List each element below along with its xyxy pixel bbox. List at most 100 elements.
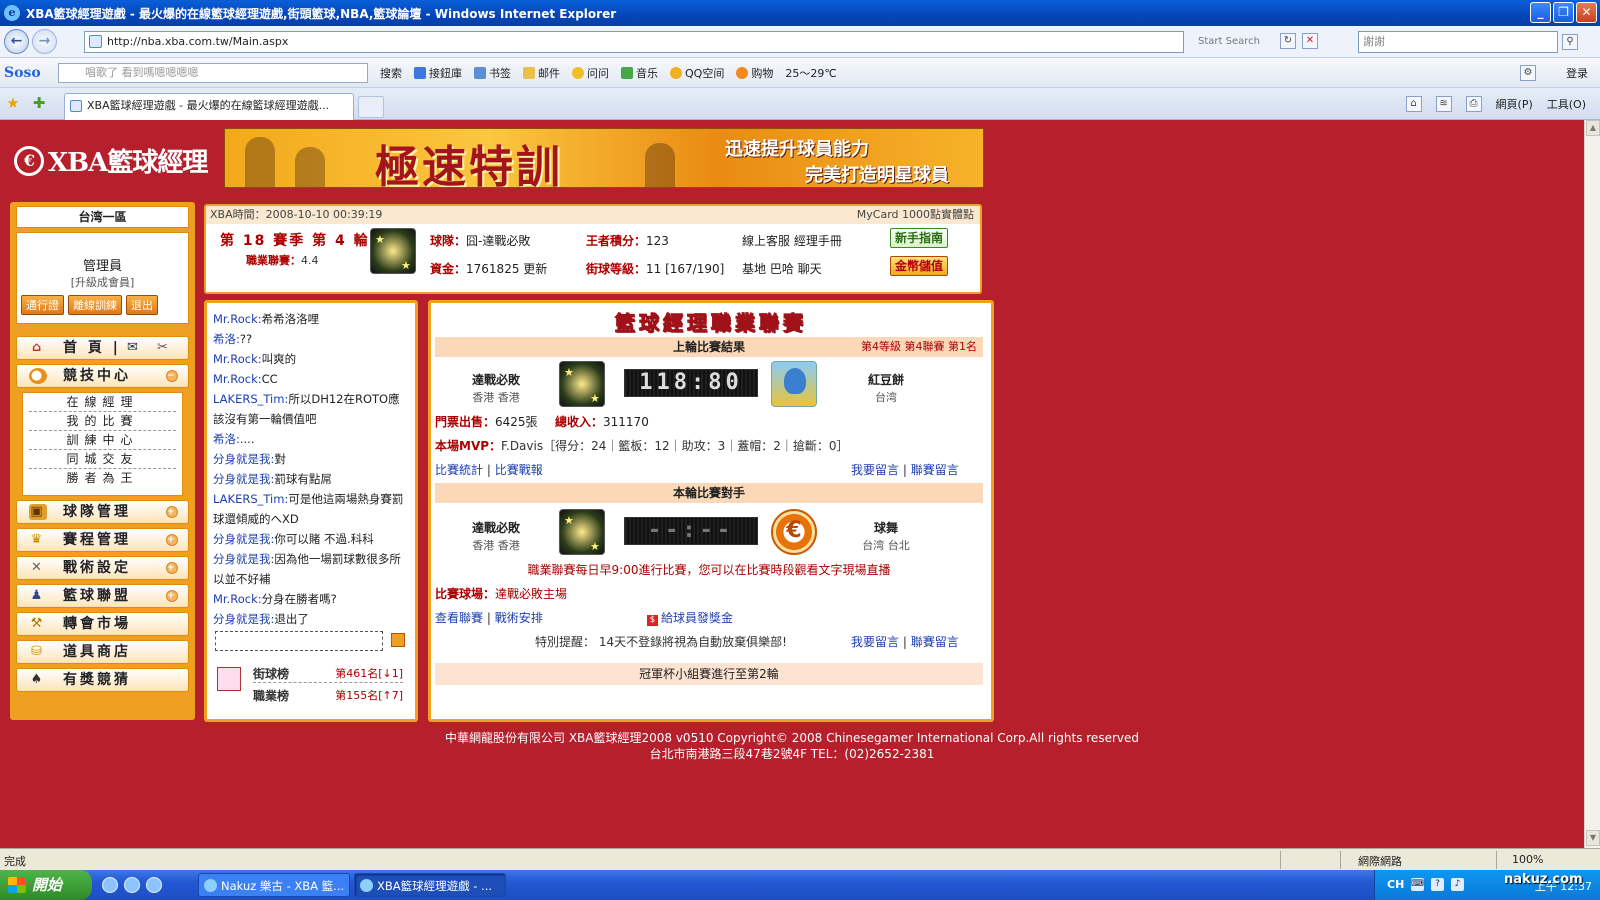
chat-author[interactable]: Mr.Rock:	[213, 372, 262, 386]
toolbar-item-3[interactable]: 问问	[572, 65, 609, 81]
chat-author[interactable]: Mr.Rock:	[213, 352, 262, 366]
tray-icon[interactable]: ♪	[1451, 878, 1464, 891]
submenu-friends[interactable]: 同城交友	[29, 450, 176, 469]
toolbar-item-4[interactable]: 音乐	[621, 65, 658, 81]
toolbar-item-2[interactable]: 邮件	[523, 65, 560, 81]
mail-icon[interactable]: ✉	[127, 337, 141, 359]
back-button[interactable]: ←	[4, 29, 29, 54]
minimize-button[interactable]: _	[1530, 2, 1551, 23]
soso-search-input[interactable]: 唱歌了 看到嗎嗯嗯嗯嗯	[58, 62, 368, 83]
chat-author[interactable]: 分身就是我:	[213, 472, 274, 486]
page-menu[interactable]: 網頁(P)	[1496, 96, 1533, 112]
chat-author[interactable]: 分身就是我:	[213, 532, 274, 546]
sidebar-item-shop[interactable]: ⛁ 道具商店	[16, 640, 189, 664]
soso-search-button[interactable]: 搜索	[380, 65, 402, 81]
quicklaunch-icon[interactable]	[102, 877, 118, 893]
report-link[interactable]: 比賽戰報	[495, 463, 543, 477]
my-comment-link-2[interactable]: 我要留言	[851, 635, 899, 649]
sidebar-item-guess[interactable]: ♠ 有獎競猜	[16, 668, 189, 692]
settings-icon[interactable]: ⚙	[1520, 64, 1536, 81]
restore-button[interactable]: ❐	[1553, 2, 1574, 23]
promo-banner[interactable]: 極速特訓 迅速提升球員能力 完美打造明星球員	[224, 128, 984, 188]
forward-button[interactable]: →	[32, 29, 57, 54]
tab-xba[interactable]: XBA籃球經理遊戲 - 最火爆的在線籃球經理遊戲...	[64, 93, 354, 120]
login-button[interactable]: 登录	[1566, 65, 1588, 81]
toolbar-item-0[interactable]: 接鈕庫	[414, 65, 462, 81]
new-tab-button[interactable]	[358, 96, 384, 118]
passport-button[interactable]: 通行證	[21, 295, 64, 315]
logout-button[interactable]: 退出	[126, 295, 158, 315]
quicklaunch-icon[interactable]	[146, 877, 162, 893]
league-comment-link[interactable]: 聯賽留言	[911, 463, 959, 477]
next-away-team-name[interactable]: 球舞	[841, 519, 931, 536]
view-league-link[interactable]: 查看聯賽	[435, 611, 483, 625]
print-icon[interactable]: ⎙	[1465, 96, 1482, 112]
tools-menu[interactable]: 工具(O)	[1547, 96, 1586, 112]
away-team-name[interactable]: 紅豆餅	[841, 371, 931, 388]
tray-icon[interactable]: ⌨	[1411, 878, 1424, 891]
toolbar-item-6[interactable]: 购物	[736, 65, 773, 81]
language-indicator[interactable]: CH	[1387, 878, 1404, 891]
next-home-team-name[interactable]: 達戰必敗	[451, 519, 541, 536]
help-icon[interactable]: ?	[1431, 878, 1444, 891]
chat-author[interactable]: 分身就是我:	[213, 452, 274, 466]
sidebar-item-tactics[interactable]: ✕ 戰術設定 +	[16, 556, 189, 580]
url-field[interactable]: http://nba.xba.com.tw/Main.aspx	[84, 31, 1184, 53]
taskbar-item-nakuz[interactable]: Nakuz 樂古 - XBA 籃...	[198, 873, 350, 897]
toolbar-item-1[interactable]: 书签	[474, 65, 511, 81]
bonus-link[interactable]: $ 給球員發獎金	[647, 609, 733, 626]
search-icon[interactable]: ⚲	[1562, 34, 1578, 50]
mycard-link[interactable]: MyCard 1000點實體點	[857, 206, 974, 224]
league-comment-link-2[interactable]: 聯賽留言	[911, 635, 959, 649]
start-button[interactable]: 開始	[0, 870, 92, 900]
offline-training-button[interactable]: 離線訓練	[68, 295, 122, 315]
scroll-down-icon[interactable]: ▼	[1586, 830, 1600, 846]
sidebar-item-transfer[interactable]: ⚒ 轉會市場	[16, 612, 189, 636]
toolbar-item-5[interactable]: QQ空间	[670, 65, 724, 81]
refresh-icon[interactable]: ↻	[1280, 33, 1296, 49]
stop-icon[interactable]: ✕	[1302, 33, 1318, 49]
chat-author[interactable]: Mr.Rock:	[213, 592, 262, 606]
team-name[interactable]: 球隊：囧-達戰必敗	[430, 232, 530, 249]
sidebar-item-schedule[interactable]: ♛ 賽程管理 +	[16, 528, 189, 552]
add-favorite-icon[interactable]: ✚	[30, 94, 48, 112]
my-comment-link[interactable]: 我要留言	[851, 463, 899, 477]
vertical-scrollbar[interactable]: ▲ ▼	[1584, 120, 1600, 848]
home-icon[interactable]: ⌂	[1405, 96, 1422, 112]
upgrade-link[interactable]: [升級成會員]	[17, 274, 188, 290]
sidebar-item-team[interactable]: ▣ 球隊管理 +	[16, 500, 189, 524]
chat-author[interactable]: 希洛:	[213, 432, 240, 446]
submenu-online-manager[interactable]: 在線經理	[29, 393, 176, 412]
submenu-training[interactable]: 訓練中心	[29, 431, 176, 450]
chat-author[interactable]: 希洛:	[213, 332, 240, 346]
close-button[interactable]: ✕	[1576, 2, 1597, 23]
chat-author[interactable]: Mr.Rock:	[213, 312, 262, 326]
quicklaunch-ie-icon[interactable]	[124, 877, 140, 893]
favorites-star-icon[interactable]: ★	[4, 94, 22, 112]
taskbar-item-xba[interactable]: XBA籃球經理遊戲 - ...	[354, 873, 506, 897]
submenu-my-games[interactable]: 我的比賽	[29, 412, 176, 431]
tools-icon[interactable]: ✂	[157, 337, 171, 359]
chat-author[interactable]: 分身就是我:	[213, 612, 274, 626]
chat-input[interactable]	[215, 631, 383, 651]
chat-author[interactable]: LAKERS_Tim:	[213, 492, 288, 506]
zoom-level[interactable]: 100%	[1512, 853, 1543, 866]
sidebar-item-arena[interactable]: ● 競技中心 −	[16, 364, 189, 388]
scroll-up-icon[interactable]: ▲	[1586, 120, 1600, 136]
search-input[interactable]: 謝謝	[1358, 31, 1558, 53]
pro-rank[interactable]: 職業榜 第155名[↑7]	[253, 687, 403, 704]
sidebar-item-home[interactable]: ⌂ 首 頁 | ✉ ✂	[16, 336, 189, 360]
base-links[interactable]: 基地 巴哈 聊天	[742, 260, 822, 277]
xba-logo[interactable]: € XBA籃球經理	[14, 142, 208, 179]
home-team-name[interactable]: 達戰必敗	[451, 371, 541, 388]
newbie-guide-button[interactable]: 新手指南	[890, 228, 948, 248]
submenu-winner[interactable]: 勝者為王	[29, 469, 176, 488]
deposit-button[interactable]: 金幣儲值	[890, 256, 948, 276]
service-links[interactable]: 線上客服 經理手冊	[742, 232, 842, 249]
tactics-link[interactable]: 戰術安排	[495, 611, 543, 625]
weather-item[interactable]: 25～29℃	[785, 65, 836, 81]
chat-author[interactable]: LAKERS_Tim:	[213, 392, 288, 406]
chat-send-icon[interactable]	[391, 633, 405, 647]
street-rank[interactable]: 街球榜 第461名[↓1]	[253, 665, 403, 683]
feeds-icon[interactable]: ≋	[1435, 96, 1452, 112]
